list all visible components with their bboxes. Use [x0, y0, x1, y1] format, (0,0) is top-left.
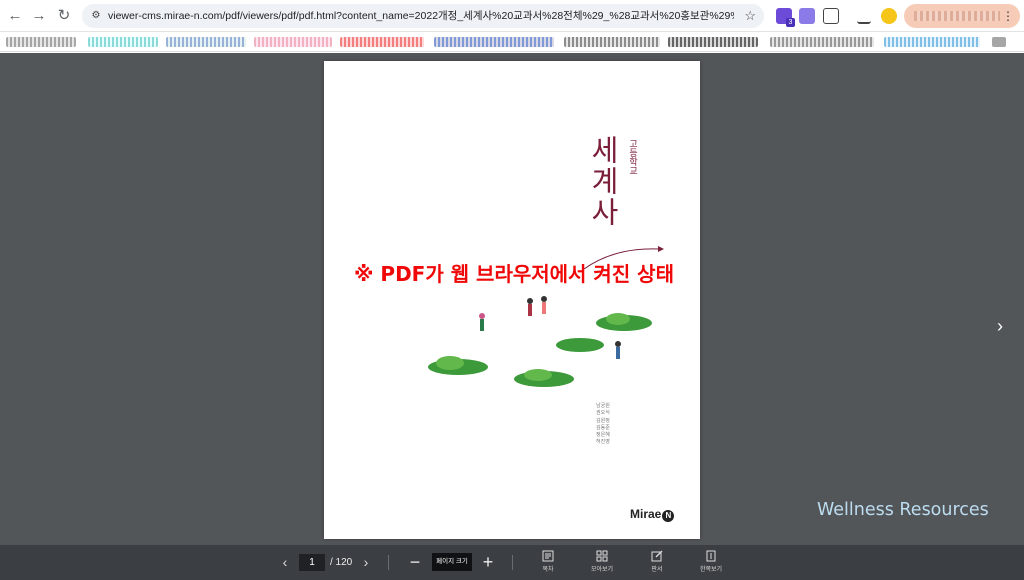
- forward-arrow-icon: →: [31, 7, 47, 24]
- bookmark-item[interactable]: [340, 37, 424, 47]
- reload-button[interactable]: ↻: [53, 5, 75, 27]
- watermark-text: Wellness Resources: [817, 500, 989, 520]
- bookmark-star-icon[interactable]: ☆: [744, 4, 756, 28]
- minus-icon: −: [409, 552, 421, 572]
- chevron-right-icon: ›: [363, 554, 369, 570]
- redacted-profile-name: [914, 11, 1000, 21]
- pen-button[interactable]: 판서: [637, 550, 677, 578]
- zoom-mode-select[interactable]: 페이지 크기: [432, 553, 472, 571]
- bookmark-item[interactable]: [770, 37, 874, 47]
- publisher-name: Mirae: [630, 507, 662, 521]
- bookmark-item[interactable]: [668, 37, 758, 47]
- pen-label: 판서: [651, 567, 663, 573]
- annotation-overlay-text: ※ PDF가 웹 브라우저에서 켜진 상태: [354, 262, 674, 286]
- bookmark-item[interactable]: [166, 37, 246, 47]
- profile-button[interactable]: ⋮: [904, 4, 1020, 28]
- viewer-bottom-bar: ‹ 1 / 120 › − 페이지 크기 + 목차 모아보기 판서 한쪽보기: [0, 545, 1024, 580]
- site-info-icon[interactable]: ⚙: [88, 8, 104, 24]
- toolbar-divider: [512, 555, 513, 570]
- author-name: 권오식: [596, 410, 610, 417]
- single-page-label: 한쪽보기: [699, 567, 723, 573]
- cover-illustration: [428, 296, 652, 387]
- author-name: 김원정: [596, 417, 610, 424]
- toc-icon: [542, 550, 554, 562]
- publisher-logo: Mirae N: [630, 507, 675, 522]
- bookmark-item[interactable]: [564, 37, 660, 47]
- bookmark-item[interactable]: [88, 37, 158, 47]
- bookmark-item[interactable]: [254, 37, 332, 47]
- next-page-arrow[interactable]: ›: [990, 314, 1010, 338]
- chevron-left-icon: ‹: [282, 554, 288, 570]
- zoom-out-button[interactable]: −: [407, 552, 423, 572]
- pdf-page: 세계사 고등학교 남궁원 권오식 김원정 김동준 정은혜 허진영 Mirae N: [324, 61, 700, 539]
- pen-icon: [651, 550, 663, 562]
- extension-badge: 3: [786, 18, 795, 27]
- next-page-button[interactable]: ›: [359, 553, 373, 571]
- bookmark-item[interactable]: [6, 37, 76, 47]
- toc-label: 목차: [542, 567, 554, 573]
- bookmarks-bar: [0, 32, 1024, 52]
- single-page-button[interactable]: 한쪽보기: [691, 550, 731, 578]
- toc-button[interactable]: 목차: [528, 550, 568, 578]
- pdf-viewer-area: 세계사 고등학교 남궁원 권오식 김원정 김동준 정은혜 허진영 Mirae N…: [0, 53, 1024, 545]
- chevron-right-icon: ›: [997, 316, 1003, 336]
- download-helper-icon[interactable]: [799, 8, 815, 24]
- toolbar-divider: [388, 555, 389, 570]
- bookmark-item[interactable]: [434, 37, 554, 47]
- browser-toolbar: ← → ↻ ⚙ viewer-cms.mirae-n.com/pdf/viewe…: [0, 0, 1024, 32]
- reload-icon: ↻: [57, 7, 71, 24]
- back-arrow-icon: ←: [7, 7, 23, 24]
- page-number-input[interactable]: 1: [299, 554, 325, 571]
- cover-title-block: 세계사 고등학교: [580, 131, 670, 271]
- page-total: / 120: [330, 557, 353, 568]
- back-button[interactable]: ←: [4, 5, 26, 27]
- bookmark-item[interactable]: [992, 37, 1006, 47]
- thumbnails-button[interactable]: 모아보기: [582, 550, 622, 578]
- downloads-icon[interactable]: [857, 8, 871, 24]
- author-list: 남궁원 권오식 김원정 김동준 정은혜 허진영: [596, 403, 636, 447]
- grid-icon: [596, 550, 608, 562]
- plus-icon: +: [482, 552, 494, 572]
- browser-menu-icon[interactable]: ⋮: [1002, 4, 1014, 28]
- prev-page-button[interactable]: ‹: [278, 553, 292, 571]
- author-name: 허진영: [596, 439, 610, 446]
- url-text[interactable]: viewer-cms.mirae-n.com/pdf/viewers/pdf/p…: [108, 4, 734, 28]
- single-page-icon: [706, 550, 716, 562]
- extension-icon-2[interactable]: [881, 8, 897, 24]
- forward-button[interactable]: →: [28, 5, 50, 27]
- cover-subtitle: 고등학교: [627, 139, 637, 175]
- bookmark-item[interactable]: [884, 37, 980, 47]
- extensions-puzzle-icon[interactable]: [823, 8, 839, 24]
- cover-title: 세계사: [586, 135, 620, 228]
- zoom-in-button[interactable]: +: [480, 552, 496, 572]
- publisher-mark-icon: N: [662, 510, 675, 522]
- thumbnails-label: 모아보기: [590, 567, 614, 573]
- address-bar[interactable]: ⚙ viewer-cms.mirae-n.com/pdf/viewers/pdf…: [82, 4, 764, 28]
- extension-icon-1[interactable]: 3: [776, 8, 795, 27]
